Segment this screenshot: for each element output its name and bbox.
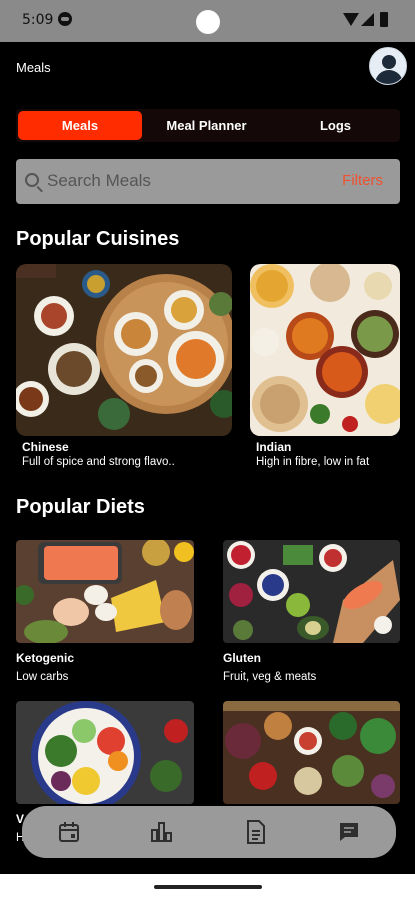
camera-cutout — [196, 10, 220, 34]
status-time: 5:09 — [22, 12, 54, 28]
tab-meals[interactable]: Meals — [18, 111, 142, 140]
section-title-diets: Popular Diets — [16, 496, 145, 518]
page-title: Meals — [16, 60, 51, 75]
status-bar: 5:09 — [0, 0, 415, 42]
nav-documents[interactable] — [236, 812, 276, 852]
wifi-icon — [343, 13, 359, 26]
bar-chart-icon — [151, 822, 173, 842]
diet-name: Gluten — [223, 651, 261, 665]
diet-card-ketogenic[interactable]: Ketogenic Low carbs — [16, 540, 194, 688]
cuisine-description: High in fibre, low in fat — [256, 456, 370, 468]
chat-icon — [340, 823, 359, 841]
filters-button[interactable]: Filters — [342, 172, 383, 189]
avatar-head-icon — [382, 55, 396, 69]
nav-messages[interactable] — [329, 812, 369, 852]
vegan-food-image — [16, 701, 194, 804]
cuisine-card-indian[interactable]: Indian High in fibre, low in fat — [250, 264, 400, 474]
chinese-food-image — [16, 264, 232, 436]
tab-logs[interactable]: Logs — [271, 109, 400, 142]
home-indicator[interactable] — [154, 885, 262, 889]
cuisine-name: Indian — [256, 440, 292, 454]
search-input[interactable]: Search Meals Filters — [16, 159, 400, 204]
notification-icon — [58, 12, 72, 26]
gluten-food-image — [223, 540, 400, 643]
nav-stats[interactable] — [142, 812, 182, 852]
bottom-navigation — [22, 806, 396, 858]
indian-food-image — [250, 264, 400, 436]
document-icon — [246, 820, 265, 844]
calendar-icon — [58, 822, 79, 842]
cuisine-name: Chinese — [22, 440, 69, 454]
signal-icon — [361, 13, 374, 26]
nav-calendar[interactable] — [49, 812, 89, 852]
diet-description: Fruit, veg & meats — [223, 671, 317, 683]
diet-name: Ketogenic — [16, 651, 75, 665]
section-title-cuisines: Popular Cuisines — [16, 228, 180, 250]
vegetables-food-image — [223, 701, 400, 804]
system-gesture-bar — [0, 874, 415, 900]
diet-description: Low carbs — [16, 671, 69, 683]
cuisine-description: Full of spice and strong flavo.. — [22, 456, 175, 468]
cuisine-card-chinese[interactable]: Chinese Full of spice and strong flavo.. — [16, 264, 232, 474]
battery-icon — [380, 12, 388, 27]
diet-card-gluten[interactable]: Gluten Fruit, veg & meats — [223, 540, 400, 688]
search-placeholder: Search Meals — [47, 171, 151, 190]
avatar-body-icon — [375, 70, 403, 84]
ketogenic-food-image — [16, 540, 194, 643]
search-icon — [25, 173, 39, 187]
avatar[interactable] — [369, 47, 407, 85]
tab-meal-planner[interactable]: Meal Planner — [142, 109, 271, 142]
tab-bar: Meals Meal Planner Logs — [16, 109, 400, 142]
